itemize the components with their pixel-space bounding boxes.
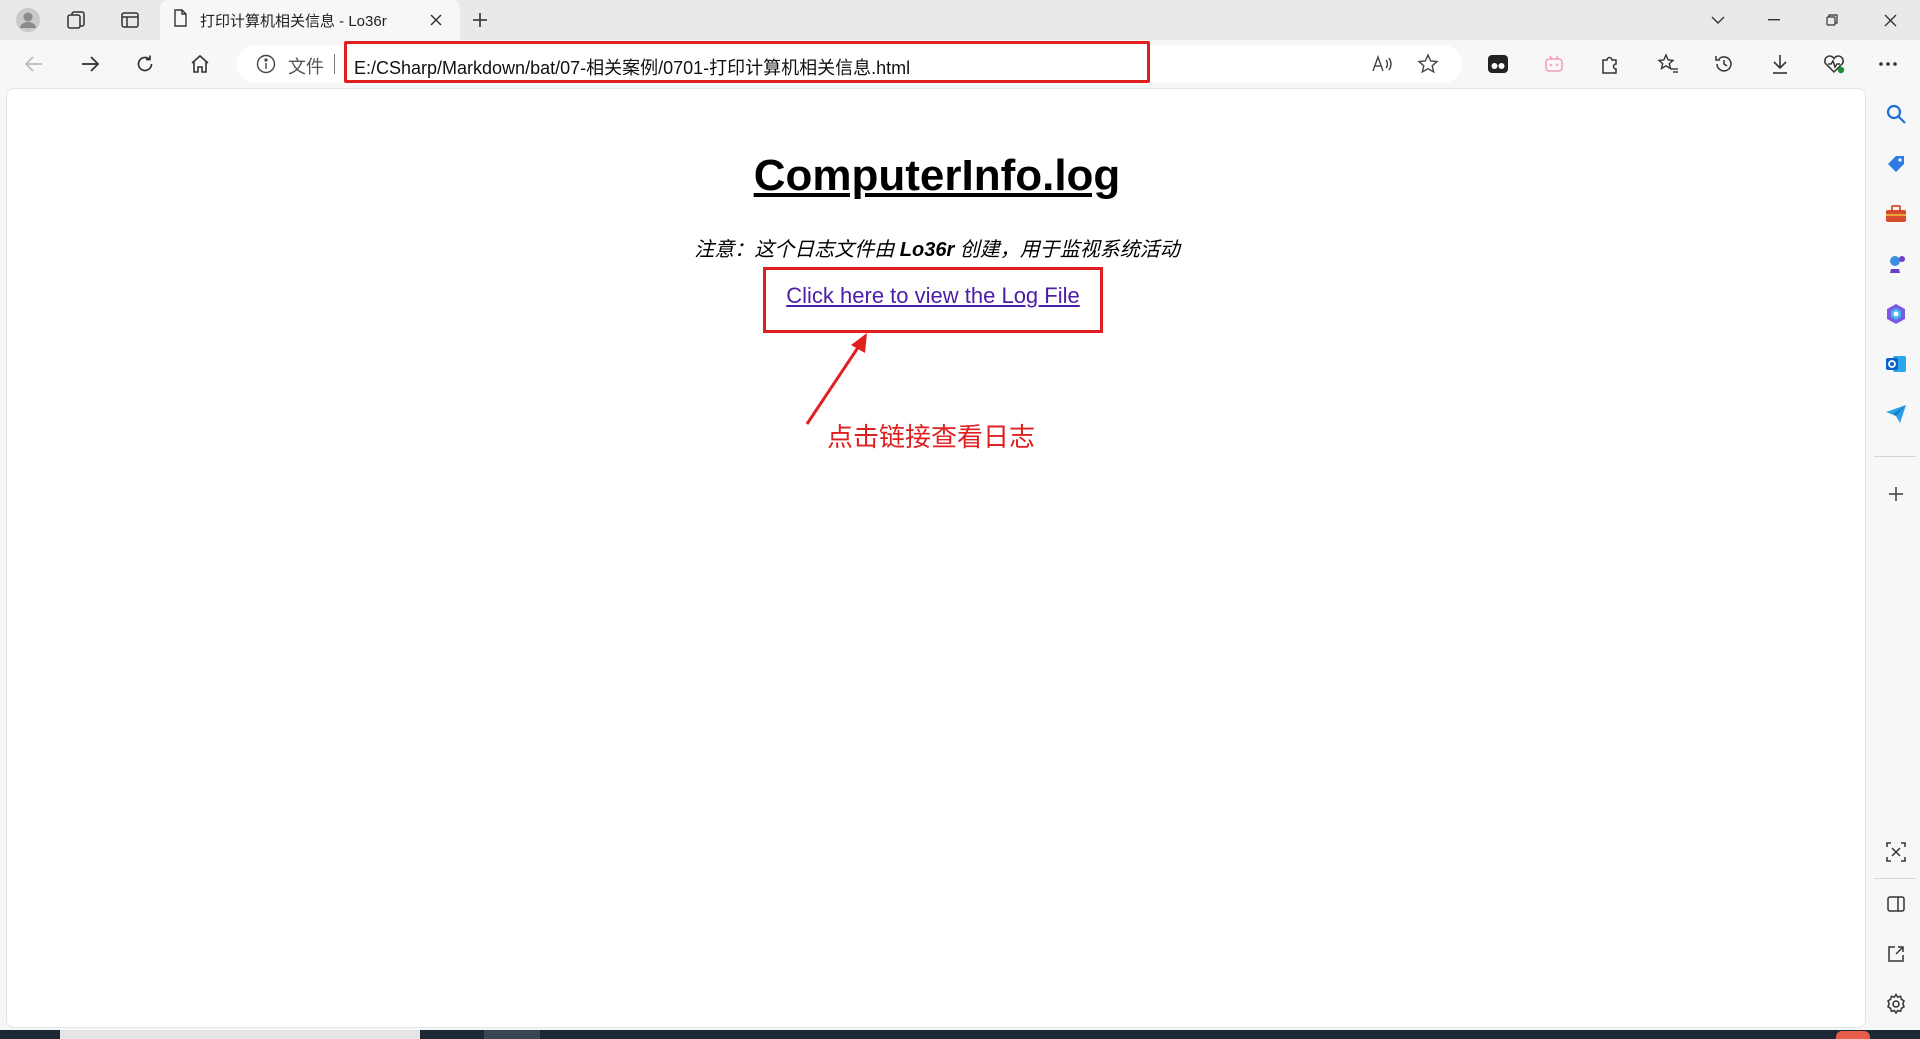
back-icon[interactable]	[14, 44, 54, 84]
active-tab[interactable]: 打印计算机相关信息 - Lo36r	[160, 0, 460, 40]
page-viewport: ComputerInfo.log 注意：这个日志文件由 Lo36r 创建，用于监…	[6, 88, 1866, 1028]
annotation-text: 点击链接查看日志	[827, 422, 1036, 452]
page-title: ComputerInfo.log	[753, 151, 1121, 200]
info-icon[interactable]	[256, 54, 276, 74]
taskbar	[0, 1030, 1920, 1039]
page-note: 注意：这个日志文件由 Lo36r 创建，用于监视系统活动	[7, 233, 1867, 262]
shopping-icon[interactable]	[1880, 148, 1912, 180]
downloads-icon[interactable]	[1760, 44, 1800, 84]
add-icon[interactable]	[1880, 478, 1912, 510]
restore-icon[interactable]	[1804, 0, 1860, 40]
collections-icon[interactable]	[56, 4, 96, 36]
favorite-star-icon[interactable]	[1416, 52, 1440, 76]
view-log-link-text[interactable]: Click here to view the Log File	[786, 283, 1079, 308]
notification-badge[interactable]	[1836, 1031, 1870, 1039]
note-prefix: 注意：这个日志文件由	[694, 239, 900, 261]
copilot-icon[interactable]	[1880, 298, 1912, 330]
vertical-tabs-icon[interactable]	[110, 4, 150, 36]
search-icon[interactable]	[1880, 98, 1912, 130]
history-icon[interactable]	[1704, 44, 1744, 84]
note-suffix: 创建，用于监视系统活动	[954, 239, 1180, 261]
extension-icon[interactable]	[1478, 44, 1518, 84]
send-icon[interactable]	[1880, 398, 1912, 430]
tab-search-icon[interactable]	[1690, 0, 1746, 40]
extensions-icon[interactable]	[1590, 44, 1630, 84]
url-text[interactable]: E:/CSharp/Markdown/bat/07-相关案例/0701-打印计算…	[354, 54, 910, 80]
new-tab-icon[interactable]	[462, 4, 498, 36]
profile-icon[interactable]	[8, 4, 48, 36]
close-window-icon[interactable]	[1862, 0, 1918, 40]
outlook-icon[interactable]	[1880, 348, 1912, 380]
minimize-icon[interactable]	[1746, 0, 1802, 40]
read-aloud-icon[interactable]	[1370, 52, 1394, 76]
extension-icon[interactable]	[1534, 44, 1574, 84]
refresh-icon[interactable]	[125, 44, 165, 84]
divider	[334, 54, 335, 74]
tab-strip: 打印计算机相关信息 - Lo36r	[0, 0, 1920, 40]
sidebar-divider	[1874, 456, 1916, 457]
sidebar-divider	[1874, 878, 1916, 879]
page-icon	[172, 9, 188, 31]
open-external-icon[interactable]	[1880, 938, 1912, 970]
annotation-arrow	[805, 333, 867, 425]
view-log-link[interactable]: Click here to view the Log File	[7, 283, 1859, 309]
screenshot-icon[interactable]	[1880, 836, 1912, 868]
note-author: Lo36r	[899, 239, 955, 261]
forward-icon[interactable]	[70, 44, 110, 84]
file-scheme-label: 文件	[288, 57, 324, 77]
address-bar[interactable]: 文件 E:/CSharp/Markdown/bat/07-相关案例/0701-打…	[236, 41, 1462, 83]
home-icon[interactable]	[180, 44, 220, 84]
close-icon[interactable]	[424, 8, 448, 32]
browser-essentials-icon[interactable]	[1814, 44, 1854, 84]
games-icon[interactable]	[1880, 248, 1912, 280]
taskbar-app[interactable]	[484, 1030, 540, 1039]
toolbar: 文件 E:/CSharp/Markdown/bat/07-相关案例/0701-打…	[0, 40, 1920, 88]
right-sidebar	[1870, 88, 1920, 1028]
tools-icon[interactable]	[1880, 198, 1912, 230]
tab-title: 打印计算机相关信息 - Lo36r	[200, 12, 387, 30]
favorites-icon[interactable]	[1648, 44, 1688, 84]
more-icon[interactable]	[1868, 44, 1908, 84]
taskbar-search[interactable]	[60, 1030, 420, 1039]
split-screen-icon[interactable]	[1880, 888, 1912, 920]
settings-icon[interactable]	[1880, 988, 1912, 1020]
